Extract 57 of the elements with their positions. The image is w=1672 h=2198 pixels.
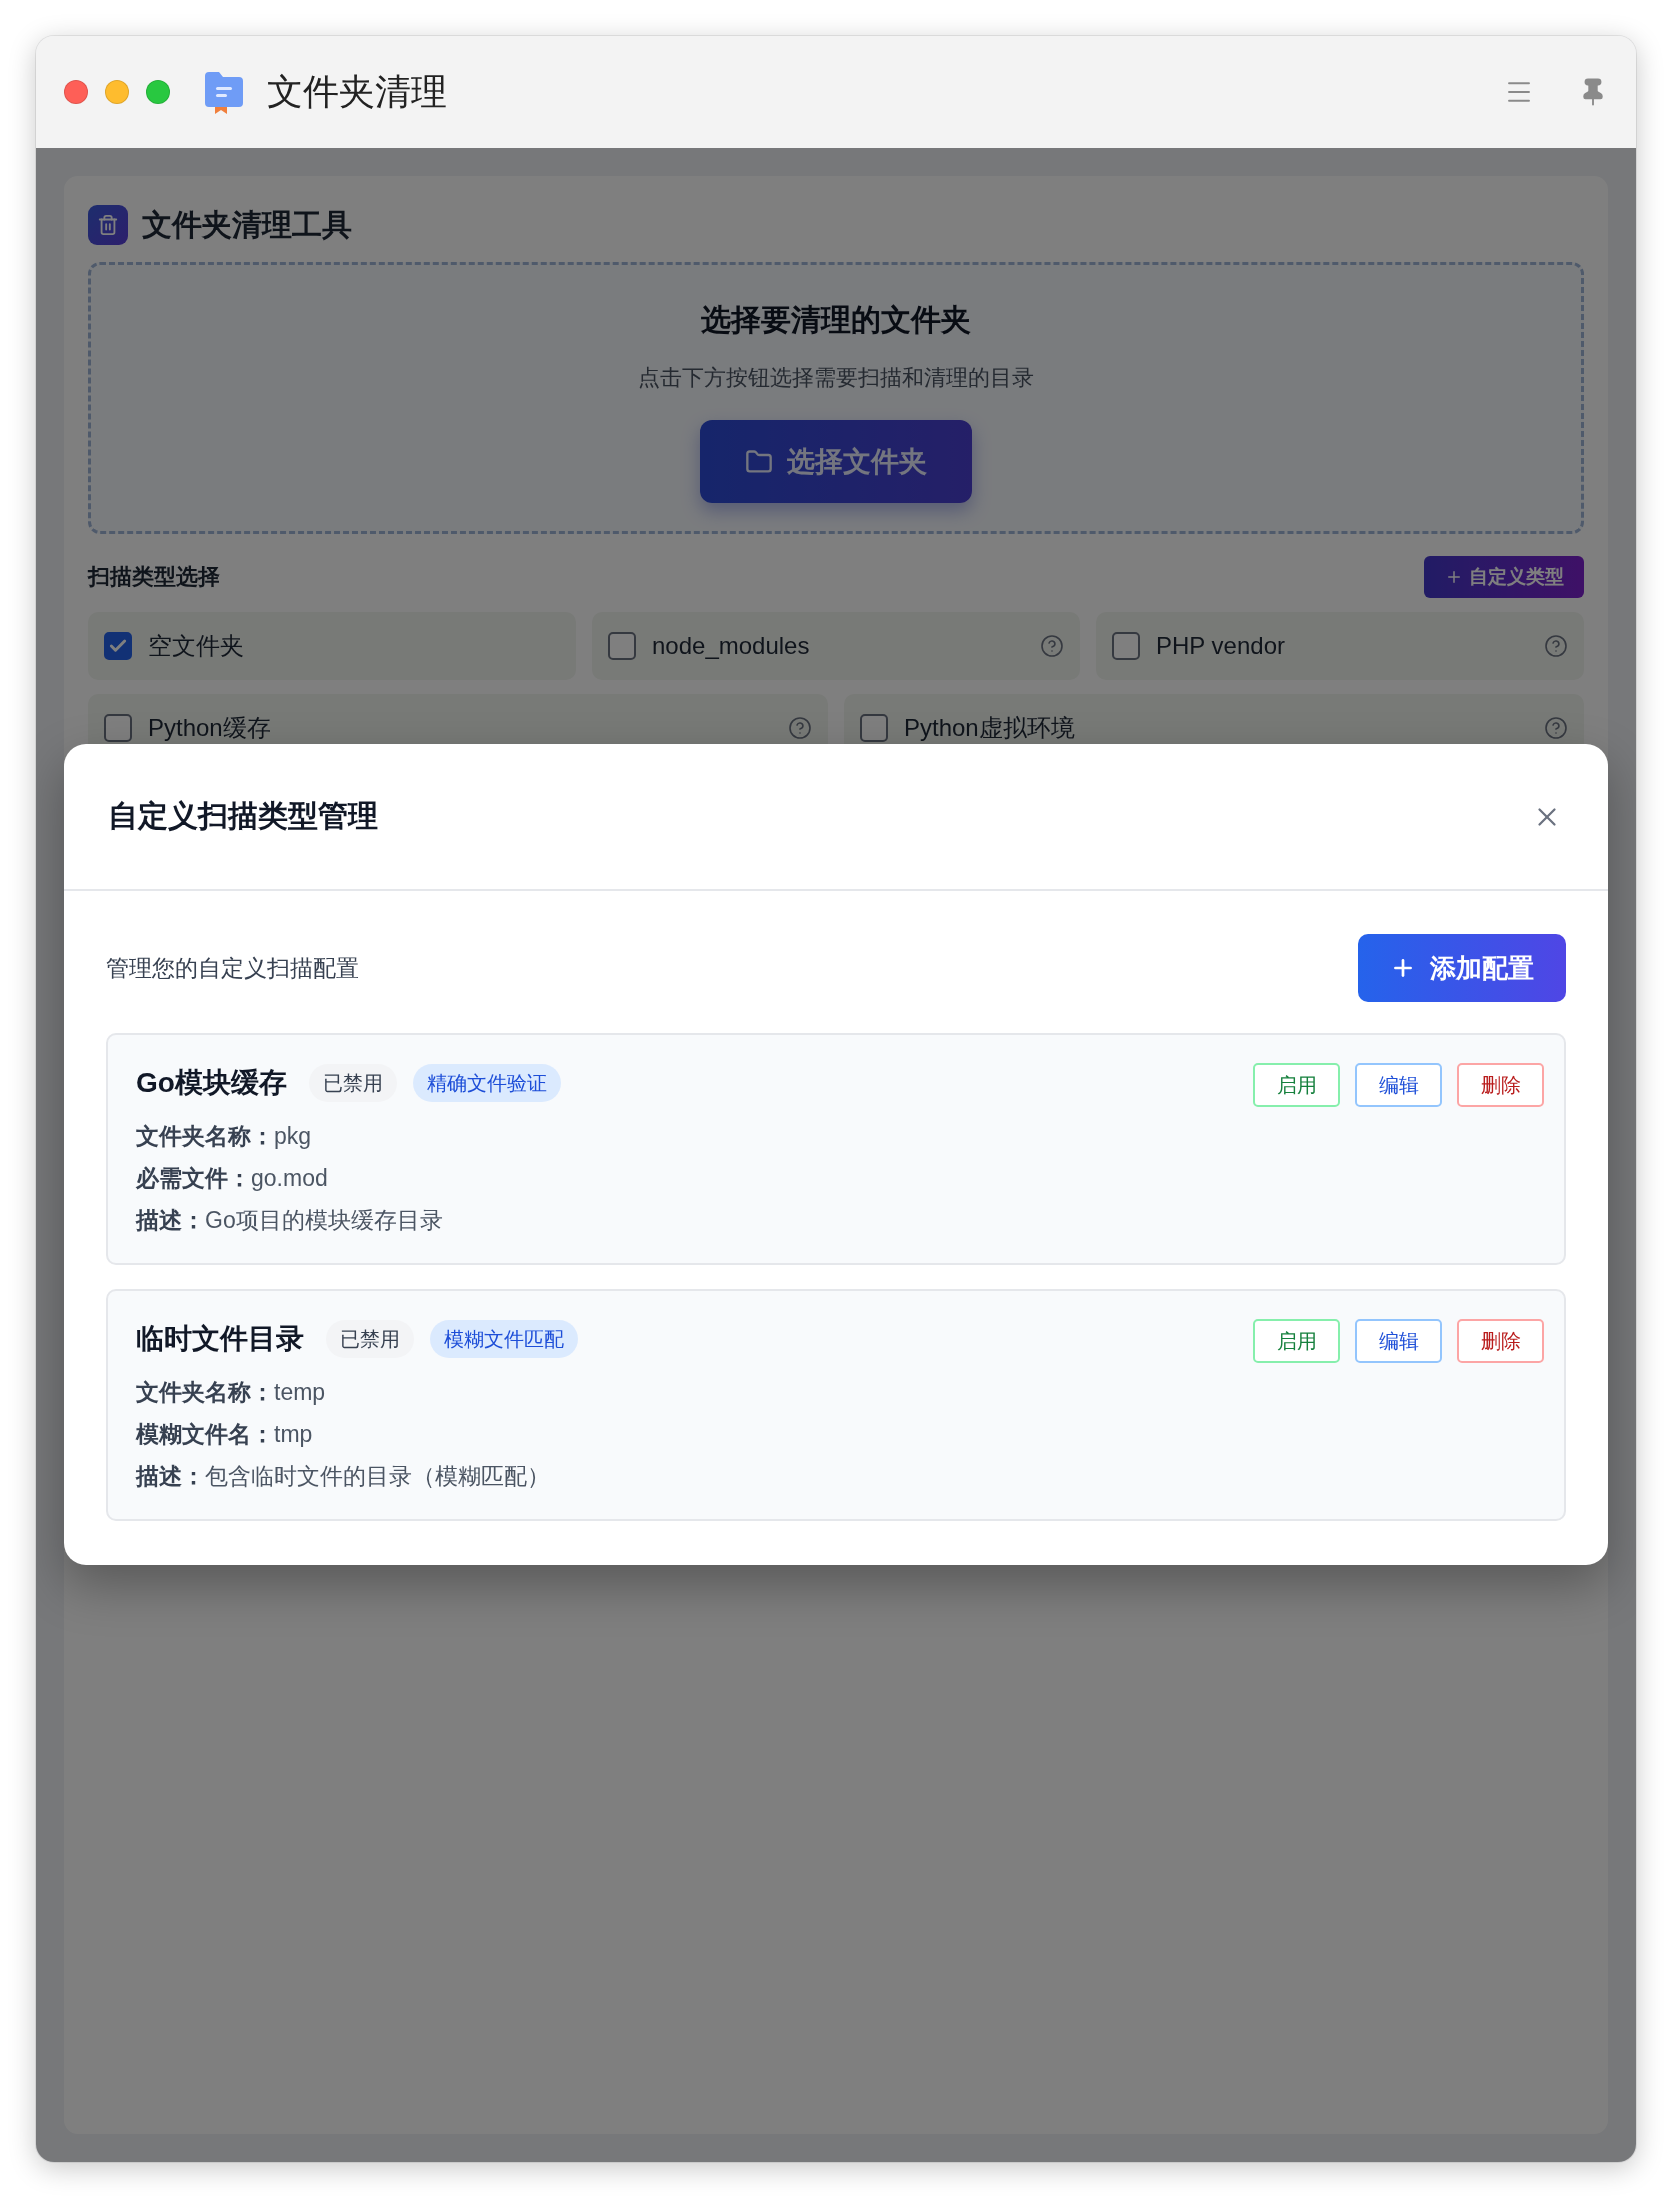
field-label: 模糊文件名： — [136, 1419, 274, 1449]
edit-button[interactable]: 编辑 — [1355, 1063, 1442, 1107]
maximize-window-button[interactable] — [146, 80, 170, 104]
field-label: 文件夹名称： — [136, 1121, 274, 1151]
match-mode-tag: 精确文件验证 — [412, 1064, 561, 1102]
scan-type-label: Python缓存 — [148, 713, 272, 743]
drop-zone-title: 选择要清理的文件夹 — [701, 302, 971, 338]
delete-button[interactable]: 删除 — [1457, 1319, 1544, 1363]
match-mode-tag: 模糊文件匹配 — [430, 1320, 578, 1358]
window-title: 文件夹清理 — [267, 69, 447, 114]
field-label: 描述： — [136, 1205, 205, 1235]
enable-button[interactable]: 启用 — [1253, 1063, 1340, 1107]
close-window-button[interactable] — [64, 80, 88, 104]
scan-type-label: Python虚拟环境 — [904, 713, 1076, 743]
field-value: tmp — [274, 1420, 313, 1448]
folder-icon — [745, 447, 773, 476]
field-value: pkg — [274, 1122, 312, 1150]
enable-button[interactable]: 启用 — [1253, 1319, 1340, 1363]
scan-type-label: 空文件夹 — [148, 631, 245, 661]
help-icon[interactable] — [1544, 716, 1568, 740]
scan-type-option[interactable]: node_modules — [592, 612, 1080, 680]
minimize-window-button[interactable] — [105, 80, 129, 104]
config-name: 临时文件目录 — [136, 1322, 304, 1356]
checkbox[interactable] — [608, 632, 636, 660]
field-label: 必需文件： — [136, 1163, 251, 1193]
field-value: Go项目的模块缓存目录 — [205, 1205, 443, 1235]
status-tag: 已禁用 — [308, 1064, 397, 1102]
field-label: 描述： — [136, 1461, 205, 1491]
scan-type-option[interactable]: PHP vendor — [1096, 612, 1584, 680]
checkbox[interactable] — [860, 714, 888, 742]
help-icon[interactable] — [1040, 634, 1064, 658]
custom-type-button[interactable]: 自定义类型 — [1424, 556, 1584, 598]
checkbox[interactable] — [104, 632, 132, 660]
modal-title: 自定义扫描类型管理 — [108, 798, 378, 834]
app-title: 文件夹清理工具 — [142, 206, 352, 243]
scan-type-option[interactable]: 空文件夹 — [88, 612, 576, 680]
delete-button[interactable]: 删除 — [1457, 1063, 1544, 1107]
field-value: go.mod — [251, 1164, 328, 1192]
modal-subtitle: 管理您的自定义扫描配置 — [106, 953, 359, 983]
edit-button[interactable]: 编辑 — [1355, 1319, 1442, 1363]
trash-icon — [88, 205, 128, 245]
add-config-button[interactable]: 添加配置 — [1358, 934, 1566, 1002]
status-tag: 已禁用 — [326, 1320, 414, 1358]
checkbox[interactable] — [104, 714, 132, 742]
field-label: 文件夹名称： — [136, 1377, 274, 1407]
field-value: 包含临时文件的目录（模糊匹配） — [205, 1461, 550, 1491]
checkbox[interactable] — [1112, 632, 1140, 660]
section-label: 扫描类型选择 — [88, 563, 220, 591]
folder-icon — [203, 70, 245, 114]
help-icon[interactable] — [1544, 634, 1568, 658]
config-name: Go模块缓存 — [136, 1066, 287, 1100]
select-folder-button[interactable]: 选择文件夹 — [700, 420, 972, 503]
drop-zone-subtitle: 点击下方按钮选择需要扫描和清理的目录 — [638, 364, 1034, 392]
field-value: temp — [274, 1378, 326, 1406]
help-icon[interactable] — [788, 716, 812, 740]
scan-type-label: node_modules — [652, 632, 811, 660]
scan-type-label: PHP vendor — [1156, 632, 1286, 660]
